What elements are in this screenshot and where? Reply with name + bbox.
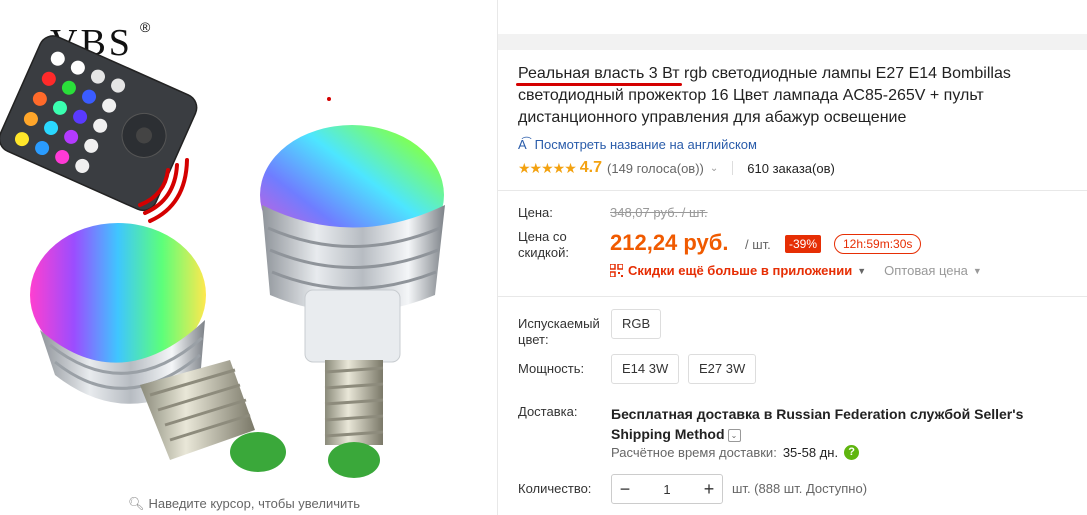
shipping-service-prefix: службой [910,406,971,422]
current-price: 212,24 руб. [610,230,729,255]
price-label: Цена: [518,205,553,220]
rating-stars-icon: ★★★★★ [518,159,577,176]
discount-price-label: Цена со скидкой: [518,229,569,260]
translate-icon: A͡ [518,137,527,152]
app-promo-text[interactable]: Скидки ещё больше в приложении [628,263,852,278]
shipping-info: Бесплатная доставка в Russian Federation… [611,404,1085,444]
shipping-label: Доставка: [518,404,578,419]
quantity-label: Количество: [518,481,592,496]
power-label: Мощность: [518,361,585,376]
delivery-estimate: Расчётное время доставки: 35-58 дн. ? [611,445,860,460]
discount-badge: -39% [785,235,822,253]
qr-code-icon [610,264,623,277]
countdown-timer: 12h:59m:30s [834,234,922,254]
shipping-country: Russian Federation [776,406,907,422]
orders-count: 610 заказа(ов) [747,160,835,176]
wholesale-price[interactable]: Оптовая цена ▼ [884,263,982,278]
magnifier-icon: 🔍︎ [128,496,145,511]
product-gallery[interactable]: VBS ® 🔍︎ Наведите курсор, чтобы увеличит… [0,0,497,515]
free-shipping-text: Бесплатная доставка в [611,406,773,422]
app-promo[interactable]: Скидки ещё больше в приложении ▼ Оптовая… [610,263,982,278]
votes-count[interactable]: (149 голоса(ов)) [607,161,704,176]
separator [732,161,734,175]
title-highlight: Реальная власть 3 Вт [518,65,680,82]
top-strip [498,34,1087,50]
zoom-hint: 🔍︎ Наведите курсор, чтобы увеличить [128,496,360,512]
per-unit: / шт. [745,237,771,252]
product-title: Реальная власть 3 Вт rgb светодиодные ла… [518,63,1078,129]
zoom-hint-text: Наведите курсор, чтобы увеличить [148,496,360,511]
translate-link[interactable]: A͡ Посмотреть название на английском [518,137,757,152]
rating-row: ★★★★★ 4.7 (149 голоса(ов)) ⌄ 610 заказа(… [518,159,835,177]
chevron-down-icon[interactable]: ⌄ [727,429,741,442]
bulb-e27 [30,223,286,472]
color-option-rgb[interactable]: RGB [611,309,662,339]
translate-link-text[interactable]: Посмотреть название на английском [535,137,757,152]
product-image[interactable]: VBS ® [0,0,497,490]
available-stock: шт. (888 шт. Доступно) [732,481,868,496]
caret-down-icon[interactable]: ▼ [857,266,866,276]
delivery-estimate-value: 35-58 дн. [782,445,839,460]
caret-down-icon[interactable]: ▼ [973,266,982,276]
quantity-increase-button[interactable]: + [696,479,722,500]
help-icon[interactable]: ? [844,445,860,460]
divider [497,0,498,515]
quantity-decrease-button[interactable]: − [612,479,638,500]
brand-mark: ® [140,19,151,35]
color-label: Испускаемый цвет: [518,316,600,347]
rating-value: 4.7 [579,159,603,176]
delivery-estimate-label: Расчётное время доставки: [611,445,777,460]
power-option-e27[interactable]: E27 3W [688,354,757,384]
wholesale-price-text[interactable]: Оптовая цена [884,263,968,278]
divider [498,190,1087,191]
chevron-down-icon[interactable]: ⌄ [710,163,718,174]
quantity-stepper: − + [611,474,723,504]
quantity-input[interactable] [638,480,696,498]
original-price: 348,07 руб. / шт. [610,205,708,220]
power-option-e14[interactable]: E14 3W [611,354,680,384]
divider [498,296,1087,297]
bulb-e14 [260,125,445,478]
